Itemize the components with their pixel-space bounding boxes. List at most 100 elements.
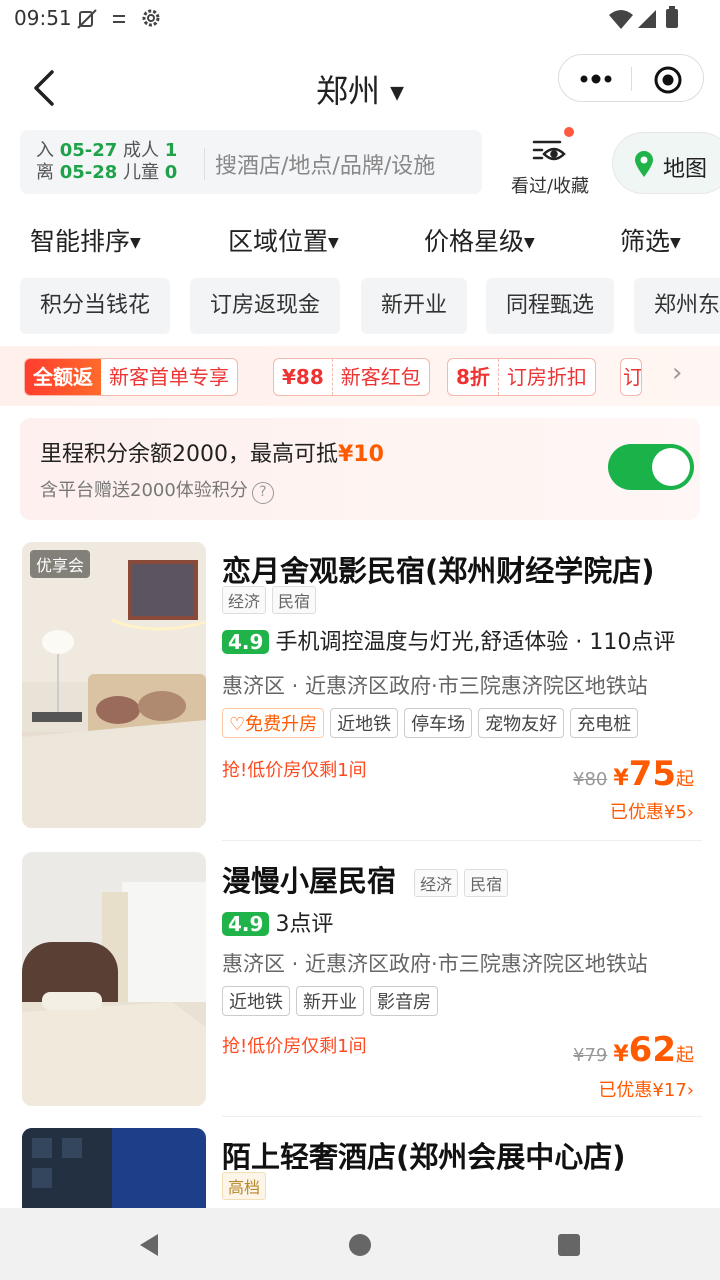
sort-label: 区域位置 [228, 227, 329, 256]
wifi-icon [609, 10, 633, 29]
original-price: ¥79 [573, 1045, 608, 1066]
hotel-photo[interactable] [22, 852, 206, 1106]
facility-tag: 停车场 [404, 708, 473, 738]
hotel-photo[interactable] [22, 1128, 206, 1208]
quick-tag[interactable]: 新开业 [361, 278, 468, 334]
points-banner: 里程积分余额2000，最高可抵¥10 含平台赠送2000体验积分? [20, 418, 700, 520]
recents-square-icon[interactable] [556, 1232, 582, 1258]
adults-label: 成人 [123, 140, 160, 161]
date-guest-summary[interactable]: 入 05-27 成人 1 离 05-28 儿童 0 [36, 140, 177, 184]
divider [222, 840, 702, 841]
eye-list-icon [532, 140, 566, 161]
sort-bar: 智能排序▼ 区域位置▼ 价格星级▼ 筛选▼ [0, 222, 720, 262]
home-circle-icon[interactable] [347, 1232, 373, 1258]
rating-score: 4.9 [222, 912, 270, 936]
heart-diamond-icon: ♡ [229, 714, 246, 735]
promo-strip: 全额返 新客首单专享 ¥88 新客红包 8折 订房折扣 订 › [0, 346, 720, 406]
member-badge: 优享会 [30, 550, 91, 578]
checkout-label: 离 [36, 162, 54, 183]
hotel-tag: 民宿 [272, 586, 317, 614]
bedroom-image [22, 852, 206, 1106]
promo-chip[interactable]: 全额返 新客首单专享 [24, 358, 238, 396]
map-label: 地图 [663, 157, 708, 182]
quick-tag[interactable]: 订房返现金 [190, 278, 341, 334]
facility-tags: ♡免费升房 近地铁 停车场 宠物友好 充电桩 [222, 708, 644, 738]
promo-chip-desc: 新客红包 [340, 365, 421, 389]
chevron-right-icon[interactable]: › [672, 358, 682, 388]
sort-label: 价格星级 [424, 227, 525, 256]
seen-favorites-label: 看过/收藏 [510, 176, 590, 197]
building-image [22, 1128, 206, 1208]
quick-tag[interactable]: 同程甄选 [486, 278, 615, 334]
facility-tag: 充电桩 [570, 708, 639, 738]
adults-count: 1 [164, 140, 178, 161]
promo-chip[interactable]: 8折 订房折扣 [447, 358, 596, 396]
discount-amount: 已优惠¥5 [609, 802, 687, 823]
help-icon[interactable]: ? [251, 482, 274, 504]
sort-price-star[interactable]: 价格星级▼ [424, 222, 535, 258]
caret-down-icon: ▼ [130, 235, 141, 251]
mini-program-capsule [558, 54, 704, 102]
hotel-address: 惠济区 · 近惠济区政府·市三院惠济院区地铁站 [222, 674, 648, 698]
points-note-text: 含平台赠送2000体验积分 [40, 480, 248, 501]
more-icon[interactable] [577, 69, 615, 89]
promo-chip-desc: 订房折扣 [506, 365, 587, 389]
hotel-card[interactable]: 陌上轻奢酒店(郑州会展中心店) 高档 [0, 1128, 720, 1208]
rating-score: 4.9 [222, 630, 270, 654]
search-box[interactable]: 入 05-27 成人 1 离 05-28 儿童 0 搜酒店/地点/品牌/设施 [20, 130, 482, 194]
discount-note[interactable]: 已优惠¥17› [598, 1076, 694, 1102]
status-bar: 09:51 [0, 0, 720, 40]
back-triangle-icon[interactable] [136, 1232, 162, 1258]
sort-smart[interactable]: 智能排序▼ [30, 222, 141, 258]
facility-tags: 近地铁 新开业 影音房 [222, 986, 444, 1016]
hotel-card[interactable]: 优享会 恋月舍观影民宿(郑州财经学院店) 经济 民宿 4.9 手机调控温度与灯光,舒… [0, 542, 720, 842]
promo-chip-desc: 新客首单专享 [109, 365, 229, 389]
checkin-date: 05-27 [59, 140, 118, 161]
hotel-name[interactable]: 恋月舍观影民宿(郑州财经学院店) [222, 548, 655, 590]
checkin-label: 入 [36, 140, 54, 161]
hotel-tag: 高档 [222, 1172, 267, 1200]
hotel-name[interactable]: 漫慢小屋民宿 经济 民宿 [222, 858, 514, 900]
quick-tags: 积分当钱花 订房返现金 新开业 同程甄选 郑州东 [0, 278, 720, 336]
facility-tag: 近地铁 [222, 986, 290, 1016]
review-summary: 手机调控温度与灯光,舒适体验 · 110点评 [275, 630, 676, 655]
price-from-label: 起 [676, 769, 694, 790]
close-target-icon[interactable] [653, 65, 683, 95]
hotel-card[interactable]: 漫慢小屋民宿 经济 民宿 4.9 3点评 惠济区 · 近惠济区政府·市三院惠济院区地… [0, 852, 720, 1117]
checkout-date: 05-28 [59, 162, 118, 183]
children-count: 0 [164, 162, 178, 183]
seen-favorites-button[interactable]: 看过/收藏 [500, 127, 600, 197]
signal-icon [638, 10, 656, 28]
caret-down-icon: ▼ [524, 235, 535, 251]
map-pin-icon [635, 151, 653, 177]
hotel-tag: 经济 [414, 869, 459, 897]
hotel-price: ¥79 ¥62起 [573, 1030, 694, 1070]
caret-down-icon: ▼ [328, 235, 339, 251]
discount-amount: 已优惠¥17 [598, 1080, 687, 1101]
sort-label: 筛选 [620, 227, 671, 256]
promo-chip-label: 订 [623, 365, 642, 389]
hotel-photo[interactable]: 优享会 [22, 542, 206, 828]
points-toggle[interactable] [608, 444, 694, 490]
promo-chip[interactable]: 订 [620, 358, 642, 396]
sort-area[interactable]: 区域位置▼ [228, 222, 339, 258]
sort-filter[interactable]: 筛选▼ [620, 222, 681, 258]
data-transfer-icon [113, 15, 125, 23]
quick-tag[interactable]: 积分当钱花 [20, 278, 171, 334]
promo-chip-label: ¥88 [274, 359, 333, 395]
caret-down-icon: ▼ [390, 82, 405, 104]
map-button[interactable]: 地图 [612, 132, 720, 194]
hotel-name[interactable]: 陌上轻奢酒店(郑州会展中心店) [222, 1134, 626, 1176]
promo-chip[interactable]: ¥88 新客红包 [273, 358, 430, 396]
discount-note[interactable]: 已优惠¥5› [610, 798, 694, 824]
free-upgrade-label: 免费升房 [245, 714, 318, 735]
search-input[interactable]: 搜酒店/地点/品牌/设施 [204, 148, 435, 180]
price-from-label: 起 [676, 1045, 694, 1066]
promo-chip-label: 全额返 [25, 359, 101, 395]
quick-tag[interactable]: 郑州东 [634, 278, 720, 334]
no-sim-icon [77, 9, 97, 29]
review-summary: 3点评 [275, 912, 334, 937]
city-name: 郑州 [315, 72, 380, 110]
points-max-amount: ¥10 [338, 442, 384, 467]
hotel-price: ¥80 ¥75起 [573, 754, 694, 794]
